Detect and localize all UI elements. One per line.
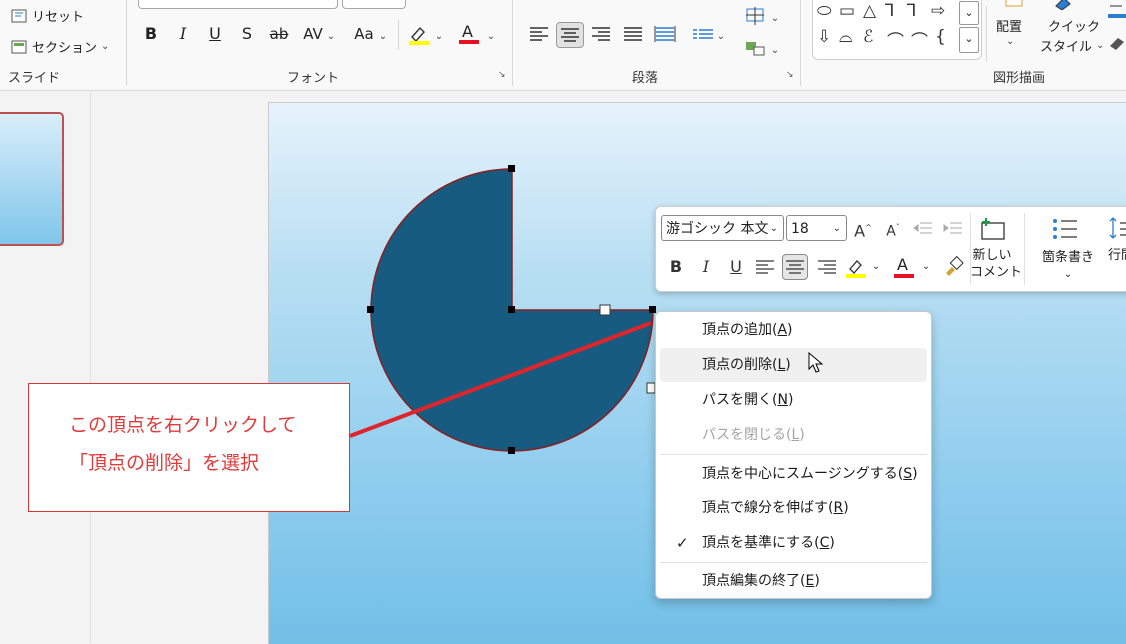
chevron-down-icon: ⌄ [871,261,881,272]
line-spacing-icon[interactable] [1108,215,1126,243]
menu-item-text: ) [843,500,849,516]
menu-item-straight-point[interactable]: 頂点で線分を伸ばす(R) [660,491,927,525]
bold-icon[interactable]: B [666,256,686,278]
menu-item-text: 頂点を中心にスムージングする( [702,466,904,482]
menu-item-corner-point[interactable]: ✓ 頂点を基準にする(C) [660,526,927,560]
align-center-button[interactable] [782,254,808,280]
menu-item-text: ) [787,322,793,338]
line-spacing-button[interactable]: 行間 [1108,247,1126,264]
font-name-value: 游ゴシック 本文 [666,221,769,237]
divider [1024,213,1025,285]
vertex-handle[interactable] [508,306,515,313]
control-handle[interactable] [599,304,611,316]
bullets-icon[interactable] [1050,215,1080,243]
shrink-font-icon[interactable]: Aˇ [882,217,904,243]
vertex-handle[interactable] [508,165,515,172]
chevron-down-icon: ⌄ [832,223,841,234]
callout-line-1: この頂点を右クリックして [69,414,297,436]
menu-item-accelerator: N [777,392,788,408]
align-center-icon [786,260,804,274]
menu-item-accelerator: C [819,535,830,551]
line-spacing-label: 行間 [1108,248,1126,263]
chevron-down-icon: ⌄ [769,223,778,234]
menu-item-accelerator: R [833,500,844,516]
menu-item-smooth-point[interactable]: 頂点を中心にスムージングする(S) [660,457,927,491]
menu-item-add-point[interactable]: 頂点の追加(A) [660,313,927,347]
menu-item-close-path: パスを閉じる(L) [660,418,927,452]
menu-item-text: パスを開く( [702,392,778,408]
vertex-handle[interactable] [367,306,374,313]
font-size-combo[interactable]: 18 ⌄ [786,215,847,241]
menu-separator [660,562,927,563]
menu-separator [660,454,927,455]
menu-item-text: パスを閉じる( [702,427,792,443]
font-color-icon[interactable]: A [892,253,916,281]
format-painter-icon[interactable] [942,255,964,277]
menu-item-text: ) [829,535,835,551]
chevron-down-icon: ⌄ [1063,269,1073,280]
font-name-combo[interactable]: 游ゴシック 本文 ⌄ [661,215,784,241]
menu-item-accelerator: S [903,466,913,482]
menu-item-text: 頂点の削除( [702,357,778,373]
menu-item-text: 頂点で線分を伸ばす( [702,500,834,516]
bullets-label: 箇条書き [1041,250,1094,265]
new-comment-label-1: 新しい [972,248,1012,263]
callout-line-2: 「頂点の削除」を選択 [69,452,260,474]
menu-item-open-path[interactable]: パスを開く(N) [660,383,927,417]
mouse-pointer-icon [808,352,824,373]
grow-font-icon[interactable]: A^ [852,217,874,242]
italic-icon[interactable]: I [696,256,716,278]
highlighter-icon[interactable] [844,255,868,281]
menu-item-text: 頂点を基準にする( [702,535,820,551]
svg-text:A: A [897,255,908,274]
edit-points-layer [349,165,656,454]
menu-item-text: ) [799,427,805,443]
align-left-icon[interactable] [754,257,776,277]
menu-item-text: ) [787,392,794,408]
decrease-indent-icon[interactable] [912,219,934,239]
menu-item-exit-edit-points[interactable]: 頂点編集の終了(E) [660,564,927,598]
vertex-handle-selected[interactable] [649,306,656,313]
chevron-down-icon: ⌄ [921,261,931,272]
menu-item-text: 頂点編集の終了( [702,573,806,589]
checkmark-icon: ✓ [676,534,689,552]
vertex-handle[interactable] [508,447,515,454]
mini-toolbar: 游ゴシック 本文 ⌄ 18 ⌄ A^ Aˇ B I U ⌄ A ⌄ 新しい コメ… [655,206,1126,292]
instruction-callout: この頂点を右クリックして 「頂点の削除」を選択 [28,383,350,512]
menu-item-text: ) [912,466,918,482]
menu-item-text: ) [785,357,791,373]
context-menu: 頂点の追加(A) 頂点の削除(L) パスを開く(N) パスを閉じる(L) 頂点を… [655,311,932,599]
new-comment-label-2: コメント [970,265,1023,280]
menu-item-text: ) [814,573,820,589]
new-comment-button[interactable]: 新しい コメント [970,247,1023,281]
new-comment-icon[interactable] [978,215,1010,245]
menu-item-accelerator: A [777,322,788,338]
font-size-value: 18 [791,221,809,237]
menu-item-delete-point[interactable]: 頂点の削除(L) [660,348,927,382]
menu-item-text: 頂点の追加( [702,322,778,338]
control-handle[interactable] [646,382,656,394]
increase-indent-icon[interactable] [942,219,964,239]
bullets-button[interactable]: 箇条書き ⌄ [1036,249,1100,283]
underline-icon[interactable]: U [726,256,746,278]
align-right-icon[interactable] [816,257,838,277]
menu-item-accelerator: E [805,573,815,589]
